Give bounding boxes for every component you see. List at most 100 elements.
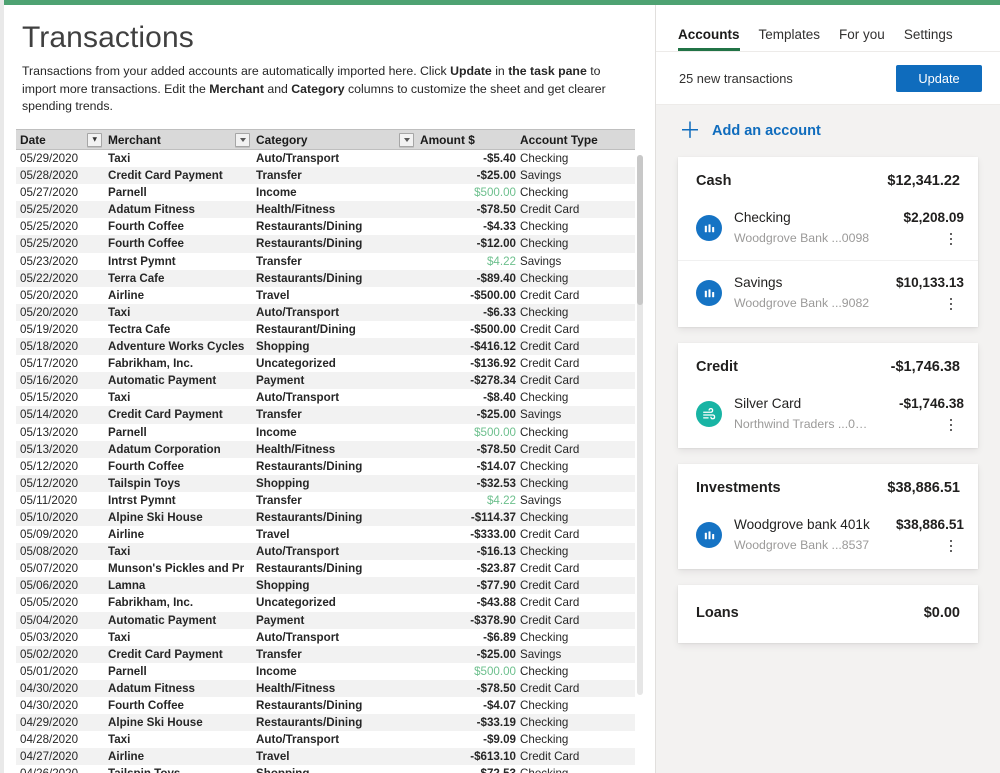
cell-date[interactable]: 04/26/2020 <box>16 765 104 773</box>
cell-category[interactable]: Transfer <box>252 645 416 663</box>
cell-merchant[interactable]: Fourth Coffee <box>104 218 252 235</box>
cell-merchant[interactable]: Fabrikham, Inc. <box>104 594 252 611</box>
table-row[interactable]: 05/01/2020 Parnell Income $500.00 Checking <box>16 663 635 680</box>
table-row[interactable]: 04/28/2020 Taxi Auto/Transport -$9.09 Checki… <box>16 731 635 748</box>
chevron-down-filter-icon-category[interactable] <box>399 133 414 147</box>
table-row[interactable]: 04/27/2020 Airline Travel -$613.10 Credit Ca… <box>16 748 635 766</box>
table-row[interactable]: 04/29/2020 Alpine Ski House Restaurants/Di… <box>16 714 635 732</box>
cell-category[interactable]: Travel <box>252 287 416 304</box>
cell-date[interactable]: 04/29/2020 <box>16 714 104 732</box>
cell-amount[interactable]: -$278.34 <box>416 372 516 390</box>
cell-merchant[interactable]: Credit Card Payment <box>104 406 252 424</box>
cell-amount[interactable]: $4.22 <box>416 492 516 509</box>
add-an-account-button[interactable]: ＋ Add an account <box>656 105 1000 157</box>
table-row[interactable]: 04/30/2020 Fourth Coffee Restaurants/Dinin… <box>16 697 635 714</box>
account-more-options-icon[interactable] <box>944 296 958 312</box>
table-row[interactable]: 05/22/2020 Terra Cafe Restaurants/Dining -$… <box>16 269 635 287</box>
cell-date[interactable]: 05/01/2020 <box>16 663 104 680</box>
cell-merchant[interactable]: Munson's Pickles and Pr <box>104 560 252 577</box>
cell-category[interactable]: Health/Fitness <box>252 679 416 697</box>
tab-settings[interactable]: Settings <box>904 27 953 51</box>
cell-amount[interactable]: -$378.90 <box>416 611 516 629</box>
cell-account_type[interactable]: Credit Card <box>516 372 635 390</box>
cell-date[interactable]: 05/18/2020 <box>16 338 104 356</box>
sheet-vertical-scrollbar[interactable] <box>637 155 643 695</box>
cell-amount[interactable]: -$4.33 <box>416 218 516 235</box>
cell-category[interactable]: Shopping <box>252 474 416 492</box>
cell-date[interactable]: 05/14/2020 <box>16 406 104 424</box>
account-more-options-icon[interactable] <box>944 417 958 433</box>
cell-account_type[interactable]: Checking <box>516 235 635 253</box>
cell-merchant[interactable]: Airline <box>104 526 252 543</box>
table-row[interactable]: 05/02/2020 Credit Card Payment Transfer -$2… <box>16 645 635 663</box>
cell-category[interactable]: Restaurants/Dining <box>252 218 416 235</box>
table-row[interactable]: 05/13/2020 Adatum Corporation Health/Fitne… <box>16 440 635 458</box>
cell-amount[interactable]: -$114.37 <box>416 508 516 527</box>
cell-amount[interactable]: -$33.19 <box>416 714 516 732</box>
cell-amount[interactable]: -$14.07 <box>416 458 516 475</box>
cell-date[interactable]: 05/11/2020 <box>16 492 104 509</box>
cell-merchant[interactable]: Tailspin Toys <box>104 474 252 492</box>
cell-account_type[interactable]: Checking <box>516 508 635 527</box>
cell-category[interactable]: Auto/Transport <box>252 303 416 321</box>
cell-account_type[interactable]: Credit Card <box>516 338 635 356</box>
cell-category[interactable]: Payment <box>252 372 416 390</box>
cell-amount[interactable]: $500.00 <box>416 184 516 201</box>
cell-date[interactable]: 05/25/2020 <box>16 218 104 235</box>
cell-date[interactable]: 05/20/2020 <box>16 303 104 321</box>
table-row[interactable]: 05/20/2020 Taxi Auto/Transport -$6.33 Checki… <box>16 303 635 321</box>
cell-amount[interactable]: -$4.07 <box>416 697 516 714</box>
cell-merchant[interactable]: Taxi <box>104 150 252 168</box>
cell-merchant[interactable]: Adatum Fitness <box>104 679 252 697</box>
cell-category[interactable]: Travel <box>252 748 416 766</box>
cell-amount[interactable]: -$78.50 <box>416 201 516 219</box>
cell-account_type[interactable]: Credit Card <box>516 526 635 543</box>
cell-merchant[interactable]: Intrst Pymnt <box>104 253 252 270</box>
cell-account_type[interactable]: Checking <box>516 389 635 406</box>
cell-date[interactable]: 05/07/2020 <box>16 560 104 577</box>
table-row[interactable]: 05/23/2020 Intrst Pymnt Transfer $4.22 Savin… <box>16 253 635 270</box>
sort-descending-filter-icon[interactable]: ▾ <box>87 133 102 147</box>
cell-merchant[interactable]: Fourth Coffee <box>104 697 252 714</box>
cell-merchant[interactable]: Alpine Ski House <box>104 714 252 732</box>
cell-merchant[interactable]: Terra Cafe <box>104 269 252 287</box>
cell-date[interactable]: 05/06/2020 <box>16 577 104 595</box>
cell-account_type[interactable]: Checking <box>516 543 635 561</box>
cell-category[interactable]: Restaurants/Dining <box>252 508 416 527</box>
cell-amount[interactable]: -$16.13 <box>416 543 516 561</box>
cell-merchant[interactable]: Alpine Ski House <box>104 508 252 527</box>
cell-category[interactable]: Transfer <box>252 253 416 270</box>
cell-amount[interactable]: -$78.50 <box>416 679 516 697</box>
cell-date[interactable]: 05/12/2020 <box>16 458 104 475</box>
account-row[interactable]: Silver Card Northwind Traders ...0293 -$1,… <box>678 388 978 446</box>
cell-merchant[interactable]: Credit Card Payment <box>104 167 252 185</box>
table-row[interactable]: 05/18/2020 Adventure Works Cycles Shopping… <box>16 338 635 356</box>
cell-date[interactable]: 05/12/2020 <box>16 474 104 492</box>
table-row[interactable]: 05/12/2020 Fourth Coffee Restaurants/Dinin… <box>16 458 635 475</box>
table-row[interactable]: 05/09/2020 Airline Travel -$333.00 Credit Ca… <box>16 526 635 543</box>
table-row[interactable]: 04/30/2020 Adatum Fitness Health/Fitness -$… <box>16 679 635 697</box>
account-row[interactable]: Savings Woodgrove Bank ...9082 $10,133.13 <box>678 260 978 325</box>
table-row[interactable]: 05/10/2020 Alpine Ski House Restaurants/Di… <box>16 508 635 527</box>
cell-category[interactable]: Income <box>252 424 416 441</box>
cell-amount[interactable]: -$136.92 <box>416 355 516 372</box>
table-row[interactable]: 05/15/2020 Taxi Auto/Transport -$8.40 Checki… <box>16 389 635 406</box>
cell-date[interactable]: 05/22/2020 <box>16 269 104 287</box>
cell-account_type[interactable]: Credit Card <box>516 594 635 611</box>
tab-templates[interactable]: Templates <box>759 27 821 51</box>
cell-merchant[interactable]: Taxi <box>104 731 252 748</box>
cell-amount[interactable]: -$333.00 <box>416 526 516 543</box>
cell-amount[interactable]: -$25.00 <box>416 167 516 185</box>
cell-account_type[interactable]: Credit Card <box>516 201 635 219</box>
cell-account_type[interactable]: Checking <box>516 663 635 680</box>
column-header-amount[interactable]: Amount $ <box>416 129 533 150</box>
cell-amount[interactable]: $500.00 <box>416 663 516 680</box>
cell-category[interactable]: Health/Fitness <box>252 440 416 458</box>
cell-amount[interactable]: -$72.53 <box>416 765 516 773</box>
tab-accounts[interactable]: Accounts <box>678 27 740 51</box>
table-row[interactable]: 05/27/2020 Parnell Income $500.00 Checking <box>16 184 635 201</box>
cell-date[interactable]: 05/03/2020 <box>16 629 104 646</box>
cell-account_type[interactable]: Checking <box>516 474 635 492</box>
cell-amount[interactable]: -$613.10 <box>416 748 516 766</box>
cell-amount[interactable]: $4.22 <box>416 253 516 270</box>
